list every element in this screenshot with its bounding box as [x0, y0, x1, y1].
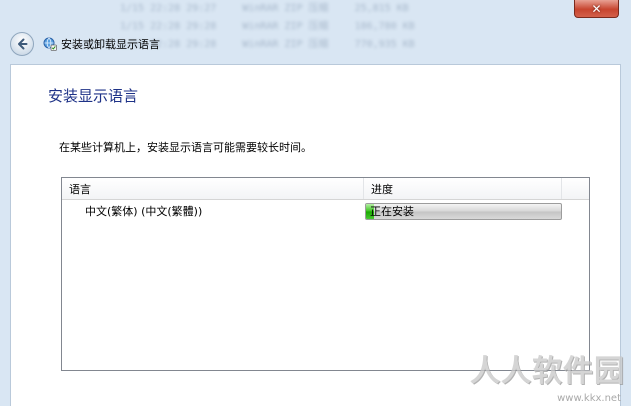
- back-button[interactable]: [10, 32, 34, 56]
- column-header-language[interactable]: 语言: [62, 178, 364, 199]
- background-cell: WinRAR ZIP 压缩: [242, 21, 329, 32]
- column-header-progress[interactable]: 进度: [364, 178, 562, 199]
- watermark-logo: 人人软件园: [470, 354, 625, 389]
- navigation-bar: 安装或卸载显示语言: [10, 31, 160, 57]
- list-header: 语言 进度: [62, 178, 589, 200]
- page-title: 安装显示语言: [48, 87, 139, 105]
- background-cell: 770,935 KB: [354, 39, 415, 50]
- window: 1/15 22:28 29:27 WinRAR ZIP 压缩 25,815 KB…: [0, 0, 631, 406]
- background-cell: 25,815 KB: [354, 3, 409, 14]
- background-row: 1/15 22:28 29:28 WinRAR ZIP 压缩 770,935 K…: [120, 36, 450, 54]
- background-cell: WinRAR ZIP 压缩: [242, 39, 329, 50]
- close-button[interactable]: ✕: [574, 0, 619, 18]
- progress-cell: 正在安装: [364, 202, 562, 220]
- description-text: 在某些计算机上，安装显示语言可能需要较长时间。: [59, 141, 312, 154]
- close-icon: ✕: [591, 1, 602, 16]
- background-blur: 1/15 22:28 29:27 WinRAR ZIP 压缩 25,815 KB…: [120, 0, 450, 60]
- watermark-url: www.kkx.net: [557, 393, 621, 404]
- column-header-label: 语言: [69, 182, 91, 196]
- background-cell: 186,780 KB: [354, 21, 415, 32]
- column-header-label: 进度: [371, 182, 393, 196]
- language-list[interactable]: 语言 进度 中文(繁体) (中文(繁體)) 正在安装: [61, 177, 590, 371]
- install-progress-bar: 正在安装: [365, 202, 562, 220]
- list-item[interactable]: 中文(繁体) (中文(繁體)) 正在安装: [62, 200, 589, 222]
- back-arrow-icon: [18, 38, 28, 50]
- background-row: 1/15 22:28 29:27 WinRAR ZIP 压缩 25,815 KB: [120, 0, 450, 18]
- background-cell: WinRAR ZIP 压缩: [242, 3, 329, 14]
- language-name: 中文(繁体) (中文(繁體)): [85, 205, 203, 218]
- background-row: 1/15 22:28 29:28 WinRAR ZIP 压缩 186,780 K…: [120, 18, 450, 36]
- progress-status: 正在安装: [370, 204, 414, 218]
- language-globe-icon: [43, 37, 57, 51]
- window-title: 安装或卸载显示语言: [61, 38, 160, 51]
- background-cell: 1/15 22:28 29:27: [120, 3, 217, 14]
- column-header-filler: [562, 178, 589, 199]
